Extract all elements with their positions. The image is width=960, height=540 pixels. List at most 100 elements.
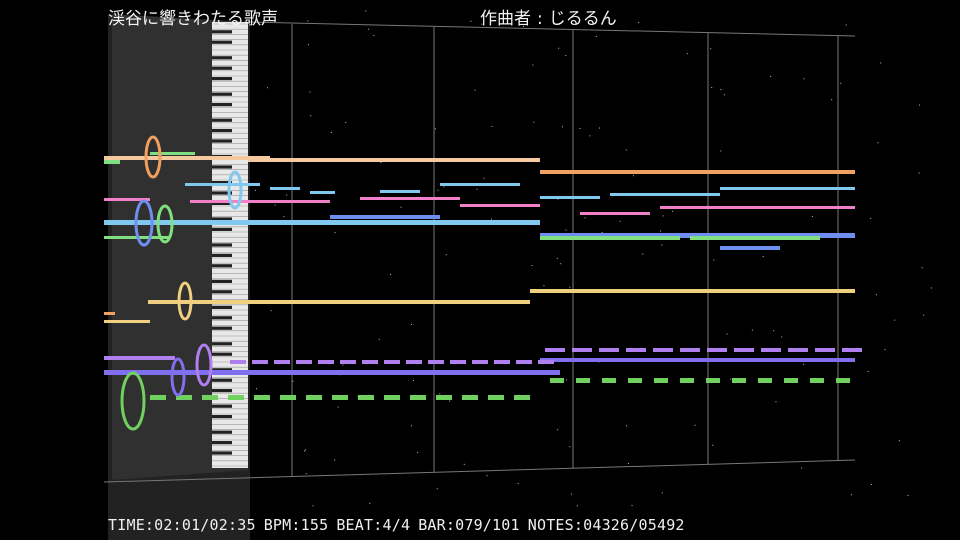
star <box>330 131 332 133</box>
note-bar <box>540 236 680 240</box>
black-key <box>212 430 232 434</box>
note-bar <box>720 187 855 190</box>
star <box>627 463 629 465</box>
black-key <box>212 139 232 143</box>
note-dash <box>274 360 290 364</box>
star <box>556 257 558 259</box>
star <box>334 232 336 234</box>
beat-readout: BEAT:4/4 <box>336 516 411 534</box>
star <box>557 429 559 431</box>
black-key <box>212 326 232 330</box>
star <box>417 452 419 454</box>
star <box>694 424 696 426</box>
black-key <box>212 92 232 96</box>
star <box>565 55 567 57</box>
star <box>283 216 285 218</box>
note-bar <box>690 236 820 240</box>
star <box>720 88 722 90</box>
star <box>845 24 847 26</box>
star <box>312 505 314 507</box>
note-bar <box>248 158 540 162</box>
star <box>558 47 560 49</box>
note-dash <box>680 378 694 383</box>
star <box>601 232 603 234</box>
note-bar <box>330 215 440 219</box>
note-dash <box>252 360 268 364</box>
star <box>400 206 402 208</box>
star <box>304 449 306 451</box>
note-dash <box>428 360 444 364</box>
note-dash <box>788 348 808 352</box>
note-dash <box>842 348 862 352</box>
black-key <box>212 290 232 294</box>
star <box>378 338 380 340</box>
note-dash <box>516 360 532 364</box>
star <box>584 217 586 219</box>
black-key <box>212 56 232 60</box>
star <box>619 220 621 222</box>
star <box>491 125 493 127</box>
star <box>342 364 344 366</box>
note-bar <box>104 356 175 360</box>
star <box>781 336 783 338</box>
black-key <box>212 404 232 408</box>
black-key <box>212 279 232 283</box>
star <box>270 310 272 312</box>
black-key <box>212 30 232 34</box>
piano-keyboard <box>212 22 248 468</box>
black-key <box>212 264 232 268</box>
note-bar <box>460 204 540 207</box>
star <box>773 330 775 332</box>
star <box>410 323 412 325</box>
star <box>445 254 447 256</box>
note-dash <box>680 348 700 352</box>
note-dash <box>318 360 334 364</box>
note-dash <box>514 395 530 400</box>
black-key <box>212 77 232 81</box>
note-dash <box>202 395 218 400</box>
note-bar <box>580 212 650 215</box>
black-key <box>212 451 232 455</box>
note-bar <box>185 183 260 186</box>
star <box>365 10 367 12</box>
star <box>598 127 600 129</box>
star <box>449 400 451 402</box>
note-dash <box>653 348 673 352</box>
note-dash <box>254 395 270 400</box>
star <box>410 425 412 427</box>
note-bar <box>720 246 780 250</box>
star <box>921 267 923 269</box>
note-dash <box>384 395 400 400</box>
star <box>867 370 869 372</box>
note-dash <box>358 395 374 400</box>
star <box>907 494 909 496</box>
star <box>579 128 581 130</box>
star <box>474 89 476 91</box>
black-key <box>212 342 232 346</box>
note-dash <box>550 378 564 383</box>
star <box>632 175 634 177</box>
star <box>923 314 925 316</box>
note-bar <box>104 312 115 315</box>
star <box>918 104 920 106</box>
star <box>533 121 535 123</box>
song-title: 渓谷に響きわたる歌声 <box>108 9 278 29</box>
star <box>875 294 877 296</box>
star <box>884 348 886 350</box>
star <box>255 388 257 390</box>
note-dash <box>628 378 642 383</box>
note-dash <box>654 378 668 383</box>
note-dash <box>572 348 592 352</box>
star <box>803 78 805 80</box>
star <box>476 188 478 190</box>
note-dash <box>406 360 422 364</box>
star <box>801 467 803 469</box>
note-dash <box>836 378 850 383</box>
star <box>625 149 627 151</box>
playback-status-bar: TIME:02:01/02:35 BPM:155 BEAT:4/4 BAR:079/1… <box>108 516 693 534</box>
star <box>894 319 896 321</box>
star <box>576 505 578 507</box>
star <box>686 53 688 55</box>
note-dash <box>494 360 510 364</box>
note-dash <box>450 360 466 364</box>
